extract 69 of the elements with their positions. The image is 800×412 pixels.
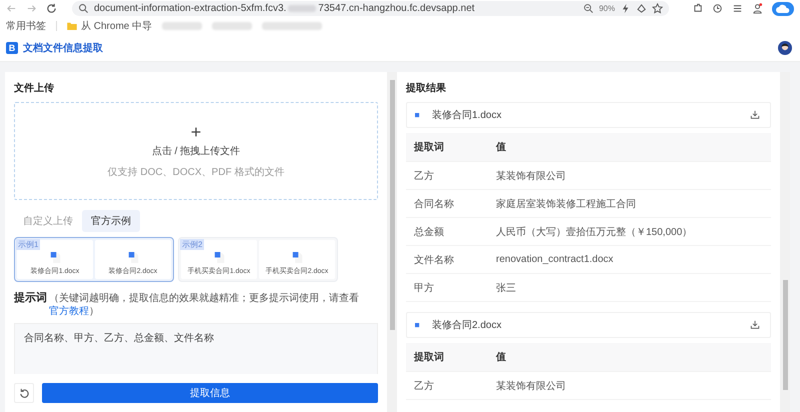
history-icon[interactable] [712, 3, 723, 14]
reset-icon [18, 388, 30, 398]
bookmark-label[interactable]: 常用书签 [6, 19, 46, 33]
download-icon[interactable] [750, 110, 760, 120]
plus-icon: + [190, 123, 202, 141]
table-cell-text: 乙方 [413, 380, 435, 392]
section-heading: 文件上传 [14, 82, 55, 96]
column-header: 值 [496, 141, 506, 154]
document-icon [415, 322, 420, 328]
extract-button[interactable]: 提取信息 [42, 383, 378, 403]
menu-icon[interactable] [732, 3, 743, 14]
document-icon [292, 251, 302, 264]
app-logo: B [6, 42, 18, 54]
document-icon [128, 251, 138, 264]
table-cell-text: 某装饰有限公司 [496, 170, 566, 182]
reset-button[interactable] [14, 383, 34, 403]
zoom-out-icon[interactable] [582, 3, 594, 14]
profile-icon[interactable] [752, 3, 763, 14]
prompt-input[interactable]: 合同名称、甲方、乙方、总金额、文件名称 [14, 323, 378, 374]
table-cell-text: 张三 [496, 282, 516, 294]
column-header: 提取词 [412, 350, 445, 364]
example-badge: 示例1 [16, 239, 40, 250]
table-cell-text: 人民币（大写）壹拾伍万元整（￥150,000） [496, 226, 692, 238]
table-cell: renovation_contract1.docx [496, 254, 614, 265]
address-bar[interactable]: document-information-extraction-5xfm.fcv3. 73547.cn-hangzhou.fc.devsapp.net 90% [72, 1, 669, 16]
blurred-bookmark [162, 22, 202, 30]
table-cell-text: 乙方 [413, 170, 435, 182]
download-icon[interactable] [750, 320, 760, 330]
document-icon [415, 112, 420, 118]
document-icon [214, 251, 224, 264]
scrollbar[interactable] [780, 72, 790, 412]
table-cell-text: 甲方 [413, 282, 435, 294]
tutorial-link[interactable]: 官方教程 [49, 306, 89, 317]
file-name: 装修合同1.docx [432, 108, 502, 122]
blurred-bookmark [212, 22, 252, 30]
search-icon [78, 3, 89, 14]
table-cell-text: 文件名称 [413, 254, 455, 266]
scrollbar[interactable] [387, 72, 397, 412]
reload-icon[interactable] [46, 3, 57, 14]
lightning-icon[interactable] [620, 3, 631, 14]
tab[interactable]: 官方示例 [82, 210, 140, 232]
app-title: 文档文件信息提取 [23, 42, 103, 55]
column-header: 值 [496, 351, 506, 364]
share-icon[interactable] [636, 3, 647, 14]
prompt-hint: （关键词越明确，提取信息的效果就越精准；更多提示词使用，请查看 官方教程） [49, 292, 360, 318]
table-cell-text: 家庭居室装饰装修工程施工合同 [496, 198, 636, 210]
section-heading: 提取结果 [406, 82, 447, 96]
url-text: document-information-extraction-5xfm.fcv3. [94, 3, 286, 14]
prompt-label: 提示词 [14, 292, 47, 305]
upload-hint: 仅支持 DOC、DOCX、PDF 格式的文件 [108, 166, 284, 179]
zoom-level: 90% [598, 4, 615, 13]
cloud-button[interactable] [772, 2, 794, 16]
table-cell-text: 总金额 [413, 226, 445, 238]
upload-instruction: 点击 / 拖拽上传文件 [152, 144, 240, 158]
star-icon[interactable] [652, 3, 663, 14]
column-header: 提取词 [412, 140, 445, 154]
url-text: 73547.cn-hangzhou.fc.devsapp.net [318, 3, 475, 14]
avatar-icon[interactable] [778, 41, 792, 55]
extension-icon[interactable] [692, 3, 703, 14]
file-name: 装修合同2.docx [432, 318, 502, 332]
blurred-url-part [288, 5, 316, 12]
table-cell-text: 合同名称 [413, 198, 455, 210]
example-badge: 示例2 [180, 239, 204, 250]
table-cell-text: 某装饰有限公司 [496, 380, 566, 392]
bookmark-folder[interactable]: 从 Chrome 中导 [67, 19, 152, 33]
folder-icon [67, 22, 77, 30]
upload-dropzone[interactable]: + 点击 / 拖拽上传文件 仅支持 DOC、DOCX、PDF 格式的文件 [14, 102, 378, 200]
blurred-bookmark [262, 22, 322, 30]
document-icon [50, 251, 60, 264]
